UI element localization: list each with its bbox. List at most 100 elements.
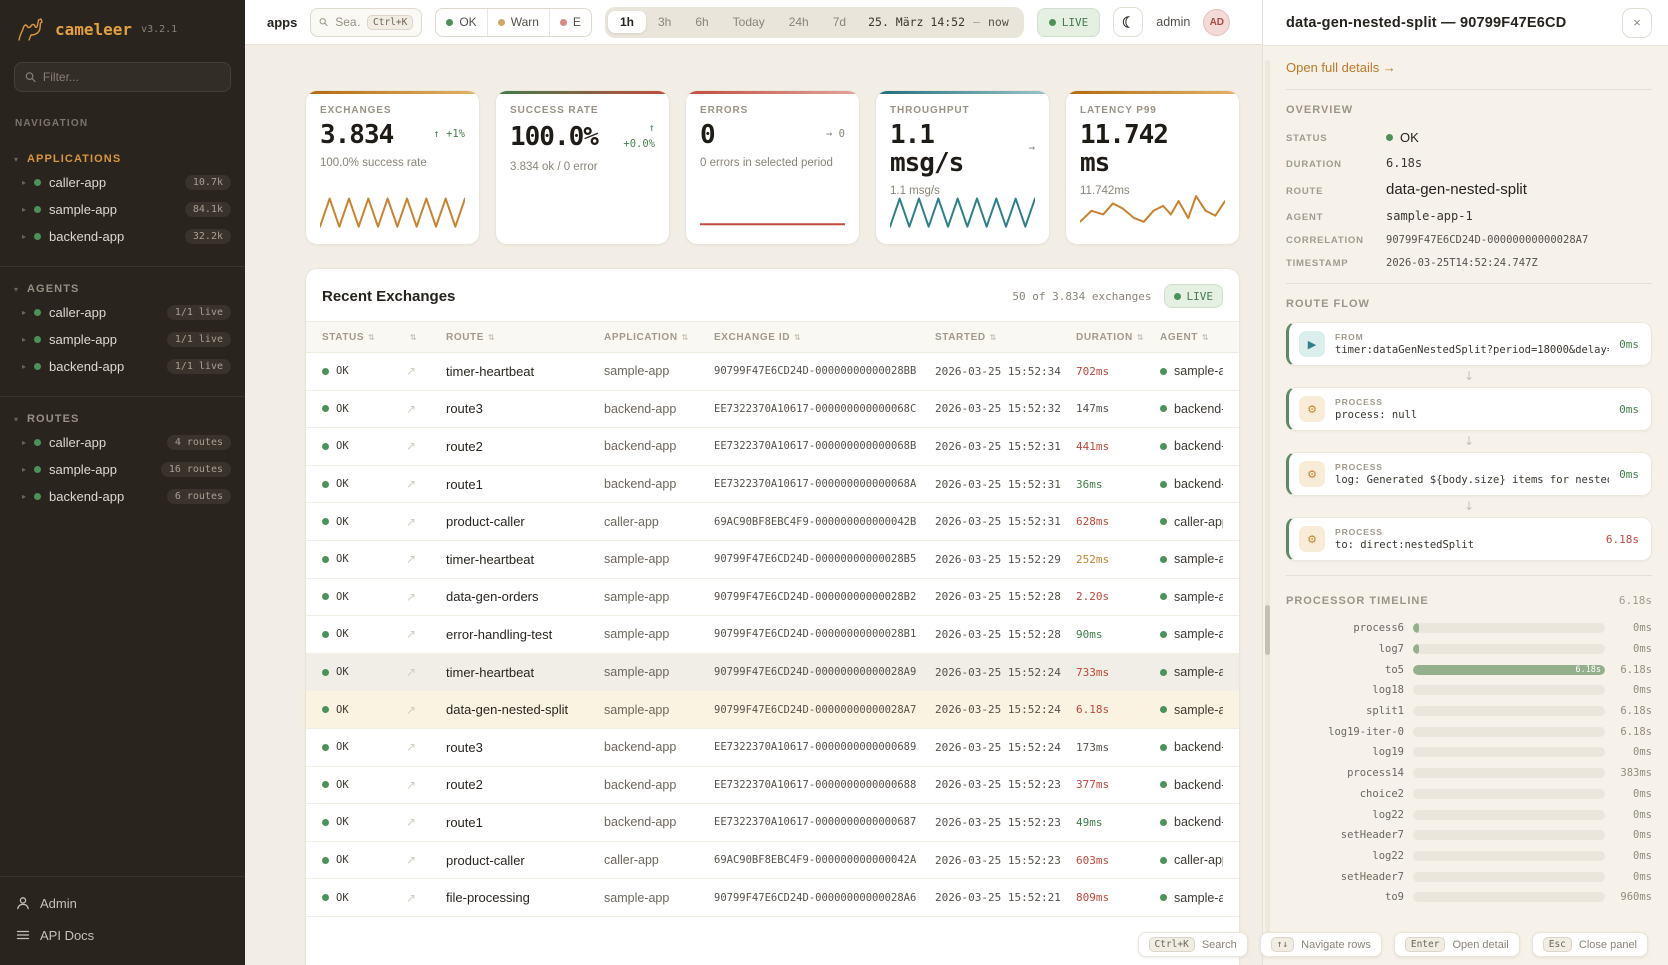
metric-card[interactable]: LATENCY P99 11.742ms 11.742ms [1065,90,1240,245]
table-row[interactable]: OK ↗ error-handling-test sample-app 9079… [306,616,1239,654]
table-row[interactable]: OK ↗ timer-heartbeat sample-app 90799F47… [306,654,1239,692]
open-row-icon[interactable]: ↗ [406,665,446,679]
sidebar-item-admin[interactable]: Admin [16,887,229,919]
open-row-icon[interactable]: ↗ [406,740,446,754]
table-row[interactable]: OK ↗ timer-heartbeat sample-app 90799F47… [306,541,1239,579]
timeline-track [1413,706,1605,716]
column-header[interactable]: DURATION ⇅ [1076,332,1160,343]
time-range-button[interactable]: 6h [683,11,720,33]
metric-card[interactable]: EXCHANGES 3.834 ↑ +1% 100.0% success rat… [305,90,480,245]
sidebar-item[interactable]: ▸ caller-app 4 routes [0,429,245,456]
table-row[interactable]: OK ↗ route2 backend-app EE7322370A10617-… [306,767,1239,805]
timeline-row[interactable]: log19 0ms [1286,742,1652,763]
sidebar-item[interactable]: ▸ sample-app 1/1 live [0,326,245,353]
live-indicator[interactable]: LIVE [1037,8,1101,37]
table-row[interactable]: OK ↗ product-caller caller-app 69AC90BF8… [306,503,1239,541]
sidebar-filter[interactable] [14,62,231,92]
agent-status-dot [1160,443,1167,450]
table-column-headers: STATUS ⇅ ⇅ ROUTE ⇅ APPLICATION ⇅ EX [306,321,1239,353]
timeline-row[interactable]: to5 6.18s 6.18s [1286,659,1652,680]
scrollbar-thumb[interactable] [1265,605,1270,655]
open-row-icon[interactable]: ↗ [406,590,446,604]
metric-card[interactable]: SUCCESS RATE 100.0% ↑ +0.0% 3.834 ok / 0… [495,90,670,245]
open-row-icon[interactable]: ↗ [406,515,446,529]
close-panel-button[interactable]: × [1622,8,1652,38]
open-row-icon[interactable]: ↗ [406,891,446,905]
metric-value-row: 1.1msg/s → [890,121,1035,177]
open-row-icon[interactable]: ↗ [406,477,446,491]
open-row-icon[interactable]: ↗ [406,439,446,453]
status-filter-chip[interactable]: Warn [487,9,549,36]
open-row-icon[interactable]: ↗ [406,552,446,566]
metric-card[interactable]: ERRORS 0 → 0 0 errors in selected period [685,90,860,245]
open-row-icon[interactable]: ↗ [406,815,446,829]
theme-toggle[interactable] [1113,7,1143,37]
time-range-button[interactable]: Today [721,11,777,33]
time-range-button[interactable]: 7d [821,11,858,33]
timeline-row[interactable]: setHeader7 0ms [1286,825,1652,846]
sidebar-item[interactable]: ▸ backend-app 32.2k [0,223,245,250]
timeline-row[interactable]: log19-iter-0 6.18s [1286,721,1652,742]
timeline-row[interactable]: process6 0ms [1286,618,1652,639]
column-header[interactable]: EXCHANGE ID ⇅ [714,332,935,343]
column-header[interactable]: AGENT ⇅ [1160,332,1223,343]
table-row[interactable]: OK ↗ route3 backend-app EE7322370A10617-… [306,729,1239,767]
sidebar-item[interactable]: ▸ backend-app 1/1 live [0,353,245,380]
avatar[interactable]: AD [1203,9,1230,36]
table-row[interactable]: OK ↗ route3 backend-app EE7322370A10617-… [306,391,1239,429]
open-row-icon[interactable]: ↗ [406,853,446,867]
timeline-row[interactable]: to9 960ms [1286,887,1652,908]
table-row[interactable]: OK ↗ data-gen-nested-split sample-app 90… [306,691,1239,729]
column-header[interactable]: ⇅ [406,333,446,342]
timeline-row[interactable]: log22 0ms [1286,804,1652,825]
timeline-row[interactable]: log7 0ms [1286,639,1652,660]
open-row-icon[interactable]: ↗ [406,364,446,378]
sidebar-item[interactable]: ▸ sample-app 84.1k [0,196,245,223]
table-row[interactable]: OK ↗ route1 backend-app EE7322370A10617-… [306,466,1239,504]
timeline-row[interactable]: choice2 0ms [1286,784,1652,805]
sidebar-item[interactable]: ▸ backend-app 6 routes [0,483,245,510]
time-range-button[interactable]: 1h [608,11,646,33]
open-row-icon[interactable]: ↗ [406,703,446,717]
column-header[interactable]: APPLICATION ⇅ [604,332,714,343]
metric-card[interactable]: THROUGHPUT 1.1msg/s → 1.1 msg/s [875,90,1050,245]
open-row-icon[interactable]: ↗ [406,778,446,792]
global-search[interactable]: Sea… Ctrl+K [310,8,422,37]
nav-section-header[interactable]: ▾ AGENTS [0,279,245,299]
timeline-row[interactable]: split1 6.18s [1286,701,1652,722]
table-row[interactable]: OK ↗ product-caller caller-app 69AC90BF8… [306,842,1239,880]
open-full-details-link[interactable]: Open full details → [1286,60,1652,75]
table-row[interactable]: OK ↗ route1 backend-app EE7322370A10617-… [306,804,1239,842]
sidebar-item-api-docs[interactable]: API Docs [16,919,229,951]
table-row[interactable]: OK ↗ data-gen-orders sample-app 90799F47… [306,579,1239,617]
open-row-icon[interactable]: ↗ [406,402,446,416]
table-row[interactable]: OK ↗ file-processing sample-app 90799F47… [306,879,1239,917]
sidebar-item[interactable]: ▸ caller-app 10.7k [0,169,245,196]
sidebar-item[interactable]: ▸ caller-app 1/1 live [0,299,245,326]
nav-section-header[interactable]: ▾ APPLICATIONS [0,149,245,169]
open-row-icon[interactable]: ↗ [406,627,446,641]
nav-section-header[interactable]: ▾ ROUTES [0,409,245,429]
column-header[interactable]: ROUTE ⇅ [446,332,604,343]
status-filter-chip[interactable]: OK [436,9,486,36]
sidebar-item[interactable]: ▸ sample-app 16 routes [0,456,245,483]
flow-step[interactable]: ▶ FROM timer:dataGenNestedSplit?period=1… [1286,322,1652,366]
timeline-row[interactable]: process14 383ms [1286,763,1652,784]
scrollbar[interactable] [1265,60,1270,955]
table-row[interactable]: OK ↗ timer-heartbeat sample-app 90799F47… [306,353,1239,391]
timeline-row[interactable]: log22 0ms [1286,846,1652,867]
timeline-row[interactable]: setHeader7 0ms [1286,866,1652,887]
flow-step[interactable]: ⚙ PROCESS log: Generated ${body.size} it… [1286,452,1652,496]
time-range-button[interactable]: 24h [777,11,821,33]
column-header[interactable]: STARTED ⇅ [935,332,1076,343]
table-row[interactable]: OK ↗ route2 backend-app EE7322370A10617-… [306,428,1239,466]
status-filter-chip[interactable]: E [549,9,591,36]
date-range-display[interactable]: 25. März 14:52 — now [858,15,1021,29]
column-header[interactable]: STATUS ⇅ [322,332,406,343]
flow-step[interactable]: ⚙ PROCESS to: direct:nestedSplit 6.18s [1286,517,1652,561]
timeline-row[interactable]: log18 0ms [1286,680,1652,701]
exchange-id-cell: 90799F47E6CD24D-00000000000028B1 [714,628,935,640]
time-range-button[interactable]: 3h [646,11,683,33]
flow-step[interactable]: ⚙ PROCESS process: null 0ms [1286,387,1652,431]
filter-input[interactable] [43,70,220,84]
